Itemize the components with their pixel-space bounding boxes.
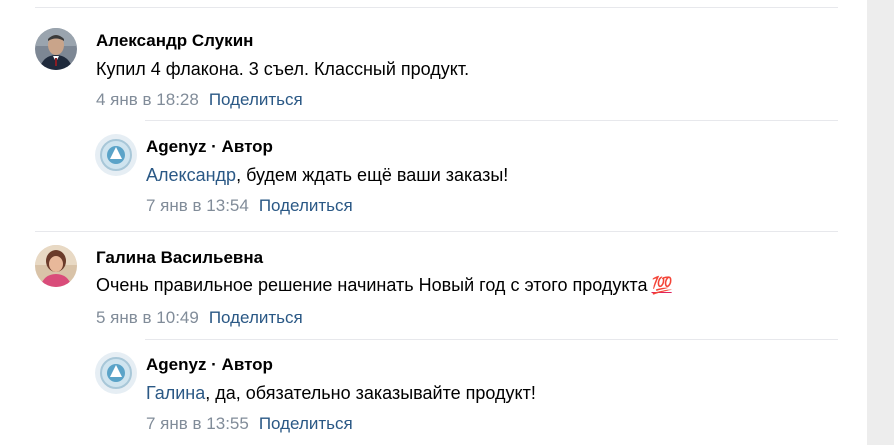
avatar-aleksandr[interactable] <box>35 28 77 70</box>
avatar-galina[interactable] <box>35 245 77 287</box>
reply-text: Галина, да, обязательно заказывайте прод… <box>146 382 536 404</box>
reply-author[interactable]: Agenyz · Автор <box>146 137 273 157</box>
reply-body: , будем ждать ещё ваши заказы! <box>236 165 509 185</box>
avatar-agenyz[interactable] <box>95 352 137 394</box>
hundred-points-emoji-icon: 💯 <box>651 276 672 295</box>
comment-meta: 4 янв в 18:28 Поделиться <box>96 90 303 110</box>
share-link[interactable]: Поделиться <box>259 414 353 433</box>
comments-panel: Александр Слукин Купил 4 флакона. 3 съел… <box>0 0 867 445</box>
comment-meta: 5 янв в 10:49 Поделиться <box>96 308 303 328</box>
reply-author[interactable]: Agenyz · Автор <box>146 355 273 375</box>
mention-link[interactable]: Александр <box>146 165 236 185</box>
reply-meta: 7 янв в 13:54 Поделиться <box>146 196 353 216</box>
reply-date[interactable]: 7 янв в 13:54 <box>146 196 249 215</box>
comment-body: Очень правильное решение начинать Новый … <box>96 275 648 295</box>
divider <box>145 120 838 121</box>
comment-text: Очень правильное решение начинать Новый … <box>96 274 673 297</box>
divider <box>145 339 838 340</box>
comment-author[interactable]: Александр Слукин <box>96 31 253 51</box>
avatar-image <box>95 352 137 394</box>
mention-link[interactable]: Галина <box>146 383 205 403</box>
avatar-image <box>35 28 77 70</box>
divider <box>35 231 838 232</box>
share-link[interactable]: Поделиться <box>259 196 353 215</box>
reply-date[interactable]: 7 янв в 13:55 <box>146 414 249 433</box>
reply-text: Александр, будем ждать ещё ваши заказы! <box>146 164 508 186</box>
comment-date[interactable]: 5 янв в 10:49 <box>96 308 199 327</box>
comment-date[interactable]: 4 янв в 18:28 <box>96 90 199 109</box>
reply-body: , да, обязательно заказывайте продукт! <box>205 383 536 403</box>
reply-meta: 7 янв в 13:55 Поделиться <box>146 414 353 434</box>
share-link[interactable]: Поделиться <box>209 90 303 109</box>
comment-author[interactable]: Галина Васильевна <box>96 248 263 268</box>
comment-text: Купил 4 флакона. 3 съел. Классный продук… <box>96 59 470 79</box>
avatar-image <box>95 134 137 176</box>
avatar-agenyz[interactable] <box>95 134 137 176</box>
avatar-image <box>35 245 77 287</box>
share-link[interactable]: Поделиться <box>209 308 303 327</box>
divider <box>35 7 838 8</box>
